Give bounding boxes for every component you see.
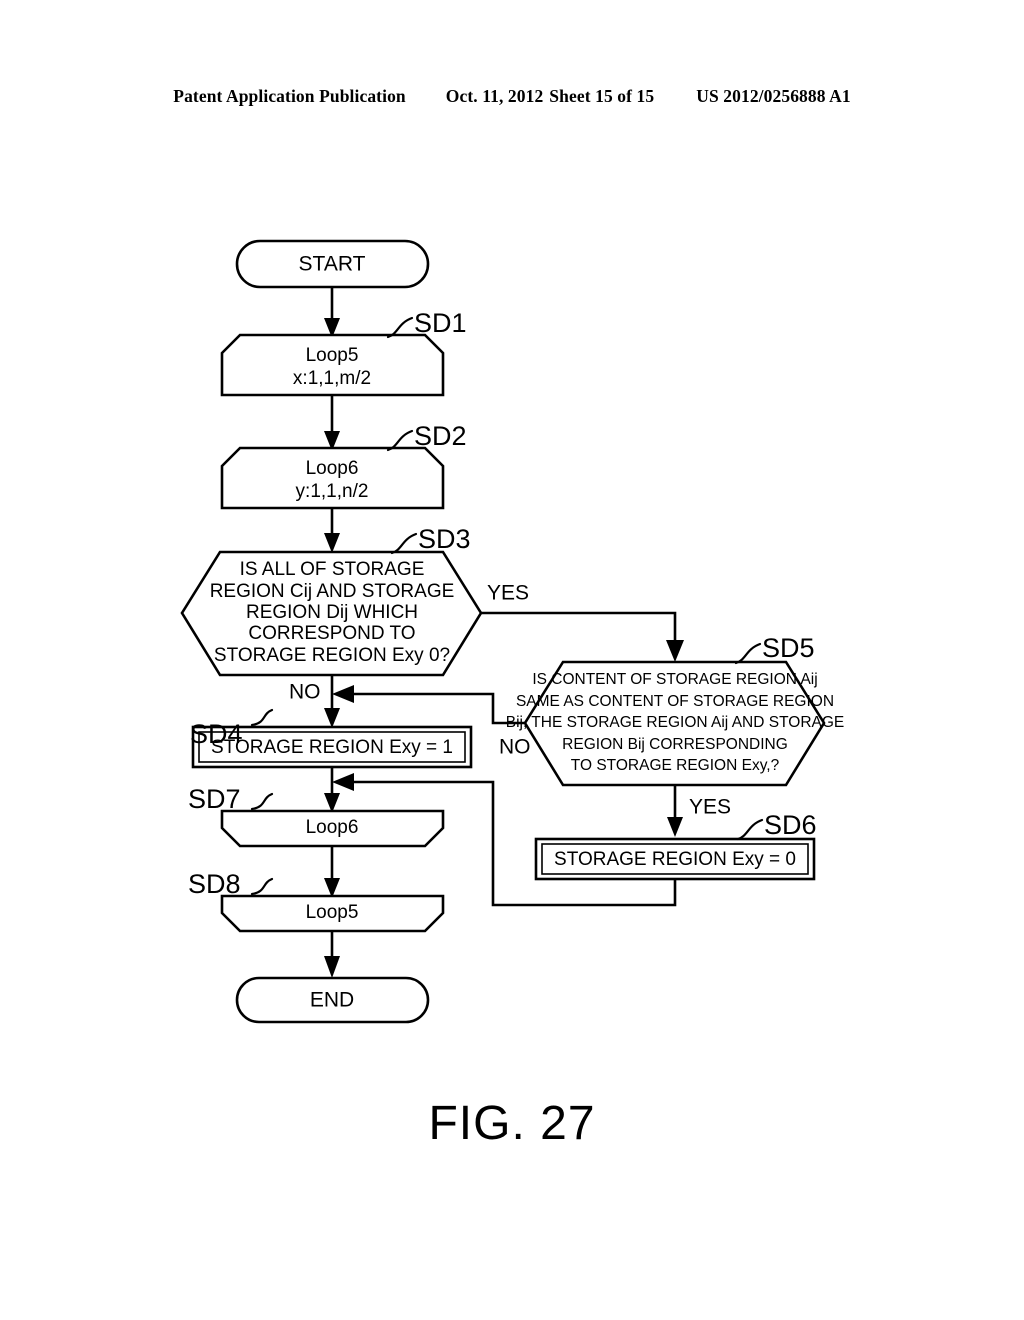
node-sd4-label: STORAGE REGION Exy = 1 [211, 737, 453, 758]
node-sd6-label: STORAGE REGION Exy = 0 [554, 849, 796, 870]
node-sd5-line4: REGION Bij CORRESPONDING [562, 736, 788, 753]
node-sd2-line2: y:1,1,n/2 [296, 481, 369, 502]
connector-sd2-to-sd3 [324, 508, 340, 553]
node-sd1-line2: x:1,1,m/2 [293, 368, 371, 389]
node-sd6: STORAGE REGION Exy = 0 [534, 837, 816, 881]
node-sd3-line3: REGION Dij WHICH [246, 602, 418, 623]
step-label-sd7: SD7 [188, 784, 241, 814]
node-sd2: Loop6 y:1,1,n/2 [220, 446, 445, 510]
connector-sd3-yes-to-sd5 [481, 611, 684, 662]
step-label-sd5: SD5 [762, 633, 815, 663]
node-sd3-line1: IS ALL OF STORAGE [240, 559, 425, 580]
branch-label-sd3-no: NO [289, 681, 321, 704]
step-label-sd6: SD6 [764, 810, 817, 840]
step-label-sd8-group: SD8 [188, 869, 274, 899]
node-sd3-line4: CORRESPOND TO [248, 623, 415, 644]
step-label-sd5-group: SD5 [734, 633, 815, 665]
node-sd5-line1: IS CONTENT OF STORAGE REGION Aij [532, 671, 817, 688]
branch-label-sd5-yes: YES [689, 796, 731, 819]
step-label-sd8: SD8 [188, 869, 241, 899]
step-label-sd3-group: SD3 [390, 524, 471, 554]
node-end: END [235, 976, 430, 1024]
branch-label-sd3-yes: YES [487, 582, 529, 605]
connector-sd3-no-to-sd4 [324, 675, 340, 728]
figure-caption: FIG. 27 [428, 1097, 596, 1150]
step-label-sd7-group: SD7 [188, 784, 274, 814]
node-sd8: Loop5 [220, 894, 445, 933]
node-sd7-label: Loop6 [306, 817, 359, 838]
node-end-label: END [310, 989, 354, 1012]
step-label-sd2-group: SD2 [386, 421, 467, 451]
node-sd5-line5: TO STORAGE REGION Exy,? [571, 757, 780, 774]
node-sd8-label: Loop5 [306, 902, 359, 923]
connector-start-to-sd1 [324, 287, 340, 338]
node-start: START [235, 239, 430, 289]
node-sd3-line5: STORAGE REGION Exy 0? [214, 645, 450, 666]
branch-label-sd5-no: NO [499, 736, 531, 759]
step-label-sd4: SD4 [190, 719, 243, 749]
patent-figure-page: Patent Application Publication Oct. 11, … [0, 0, 1024, 1320]
node-sd1: Loop5 x:1,1,m/2 [220, 333, 445, 397]
node-sd5: IS CONTENT OF STORAGE REGION Aij SAME AS… [506, 660, 845, 787]
step-label-sd1: SD1 [414, 308, 467, 338]
connector-sd5-no-to-sd4-spine [332, 685, 525, 725]
node-sd3-line2: REGION Cij AND STORAGE [210, 581, 455, 602]
connector-sd8-to-end [324, 931, 340, 978]
connector-sd4-to-sd7 [324, 767, 340, 813]
step-label-sd2: SD2 [414, 421, 467, 451]
node-sd5-line3: Bij, THE STORAGE REGION Aij AND STORAGE [506, 714, 845, 731]
node-sd3: IS ALL OF STORAGE REGION Cij AND STORAGE… [180, 550, 483, 677]
step-label-sd3: SD3 [418, 524, 471, 554]
node-sd1-line1: Loop5 [306, 345, 359, 366]
node-sd7: Loop6 [220, 809, 445, 848]
step-label-sd1-group: SD1 [386, 308, 467, 338]
connector-sd7-to-sd8 [324, 846, 340, 898]
node-start-label: START [299, 253, 366, 276]
node-sd2-line1: Loop6 [306, 458, 359, 479]
connector-sd1-to-sd2 [324, 395, 340, 451]
connector-sd5-yes-to-sd6 [667, 785, 683, 837]
step-label-sd6-group: SD6 [736, 810, 817, 840]
node-sd5-line2: SAME AS CONTENT OF STORAGE REGION [516, 693, 834, 710]
